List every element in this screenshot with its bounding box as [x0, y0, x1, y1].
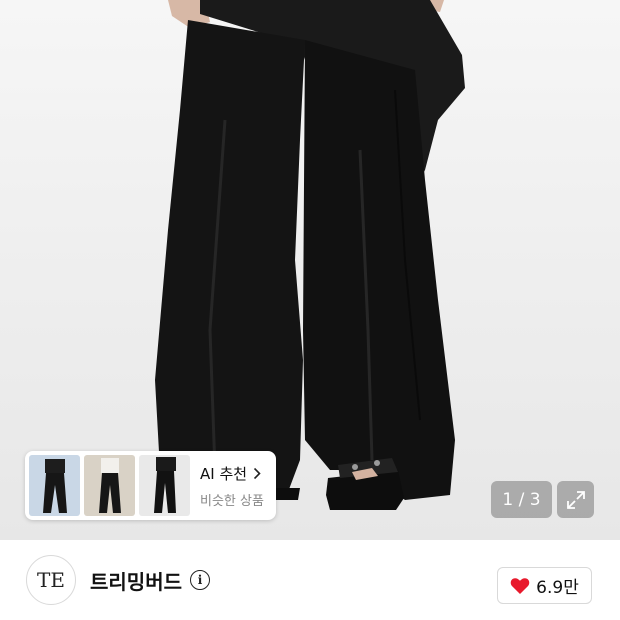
- like-button[interactable]: 6.9만: [497, 567, 592, 604]
- recommend-thumbnail-1[interactable]: [29, 455, 80, 516]
- like-count: 6.9만: [536, 578, 579, 598]
- recommend-thumbnail-2[interactable]: [84, 455, 135, 516]
- recommend-thumbnail-3[interactable]: [139, 455, 190, 516]
- heart-icon: [510, 577, 530, 594]
- expand-icon: [566, 490, 585, 509]
- product-image-gallery[interactable]: AI 추천 비슷한 상품 1 / 3: [0, 0, 620, 540]
- brand-logo[interactable]: TE: [26, 555, 76, 605]
- page-counter: 1 / 3: [491, 481, 552, 518]
- info-icon[interactable]: i: [190, 570, 210, 590]
- brand-name[interactable]: 트리밍버드: [90, 566, 182, 595]
- brand-logo-text: TE: [37, 568, 65, 592]
- ai-recommend-title: AI 추천: [200, 464, 248, 483]
- brand-bar: TE 트리밍버드 i 6.9만: [0, 540, 620, 620]
- ai-recommend-subtitle: 비슷한 상품: [200, 493, 264, 509]
- expand-button[interactable]: [557, 481, 594, 518]
- chevron-right-icon: [253, 467, 261, 479]
- ai-recommend-card[interactable]: AI 추천 비슷한 상품: [25, 451, 276, 520]
